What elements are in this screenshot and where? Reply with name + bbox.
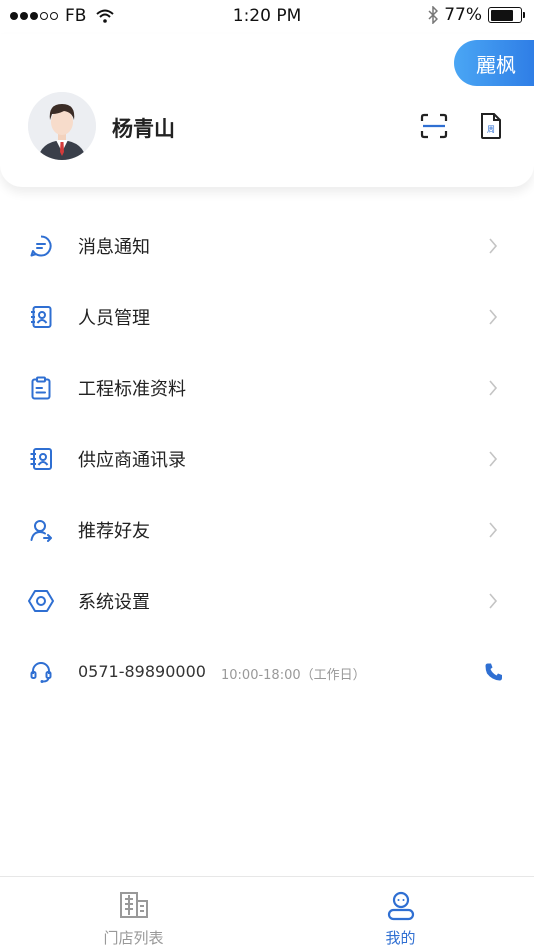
message-icon	[28, 233, 54, 259]
menu-item-settings[interactable]: 系统设置	[0, 565, 534, 636]
chevron-right-icon	[489, 237, 498, 254]
scan-icon	[420, 113, 448, 139]
battery-level-fill	[490, 9, 513, 21]
scan-button[interactable]	[418, 110, 450, 142]
chevron-right-icon	[489, 450, 498, 467]
document-icon-label: 周	[487, 125, 495, 134]
menu-item-label: 推荐好友	[78, 520, 150, 542]
avatar[interactable]	[28, 92, 96, 160]
profile-header: 麗枫 杨青山 周	[0, 34, 534, 187]
hotline-hours: 10:00-18:00（工作日）	[221, 668, 366, 683]
bluetooth-icon	[428, 6, 439, 24]
user-recommend-icon	[28, 517, 54, 543]
chevron-right-icon	[489, 308, 498, 325]
hotline-row: 0571-89890000 10:00-18:00（工作日）	[0, 636, 534, 707]
tab-mine[interactable]: 我的	[267, 877, 534, 950]
tab-store-list[interactable]: 门店列表	[0, 877, 267, 950]
avatar-illustration	[28, 92, 96, 160]
clipboard-icon	[28, 375, 54, 401]
brand-switch-button[interactable]: 麗枫	[454, 40, 534, 86]
tab-label: 我的	[385, 929, 416, 947]
document-icon: 周	[481, 113, 501, 139]
menu-item-supplier-contacts[interactable]: 供应商通讯录	[0, 423, 534, 494]
hotline-number: 0571-89890000	[78, 662, 206, 681]
my-page: FB 1:20 PM 77% 麗枫 杨青山 周 消息通知 人员管理 工程标准资料…	[0, 0, 534, 950]
document-button[interactable]: 周	[475, 110, 507, 142]
menu-item-messages[interactable]: 消息通知	[0, 210, 534, 281]
chevron-right-icon	[489, 592, 498, 609]
phone-icon[interactable]	[482, 660, 506, 684]
menu-list: 消息通知 人员管理 工程标准资料 供应商通讯录 推荐好友 系统设置 0571-8…	[0, 210, 534, 707]
status-bar: FB 1:20 PM 77%	[0, 0, 534, 34]
menu-item-label: 系统设置	[78, 591, 150, 613]
menu-item-label: 工程标准资料	[78, 378, 186, 400]
chevron-right-icon	[489, 521, 498, 538]
headset-icon	[28, 659, 54, 685]
staff-contact-icon	[28, 304, 54, 330]
settings-hex-icon	[28, 588, 54, 614]
chevron-right-icon	[489, 379, 498, 396]
menu-item-staff[interactable]: 人员管理	[0, 281, 534, 352]
menu-item-label: 消息通知	[78, 236, 150, 258]
brand-label: 麗枫	[476, 52, 516, 77]
profile-icon	[267, 891, 534, 921]
battery-percent: 77%	[444, 5, 482, 25]
supplier-contacts-icon	[28, 446, 54, 472]
menu-item-engineering-docs[interactable]: 工程标准资料	[0, 352, 534, 423]
bottom-tab-bar: 门店列表 我的	[0, 876, 534, 950]
user-name: 杨青山	[112, 117, 175, 141]
menu-item-recommend-friends[interactable]: 推荐好友	[0, 494, 534, 565]
battery-icon	[488, 7, 525, 23]
menu-item-label: 供应商通讯录	[78, 449, 186, 471]
status-right: 77%	[428, 5, 525, 25]
tab-label: 门店列表	[103, 929, 164, 947]
menu-item-label: 人员管理	[78, 307, 150, 329]
building-icon	[0, 891, 267, 919]
